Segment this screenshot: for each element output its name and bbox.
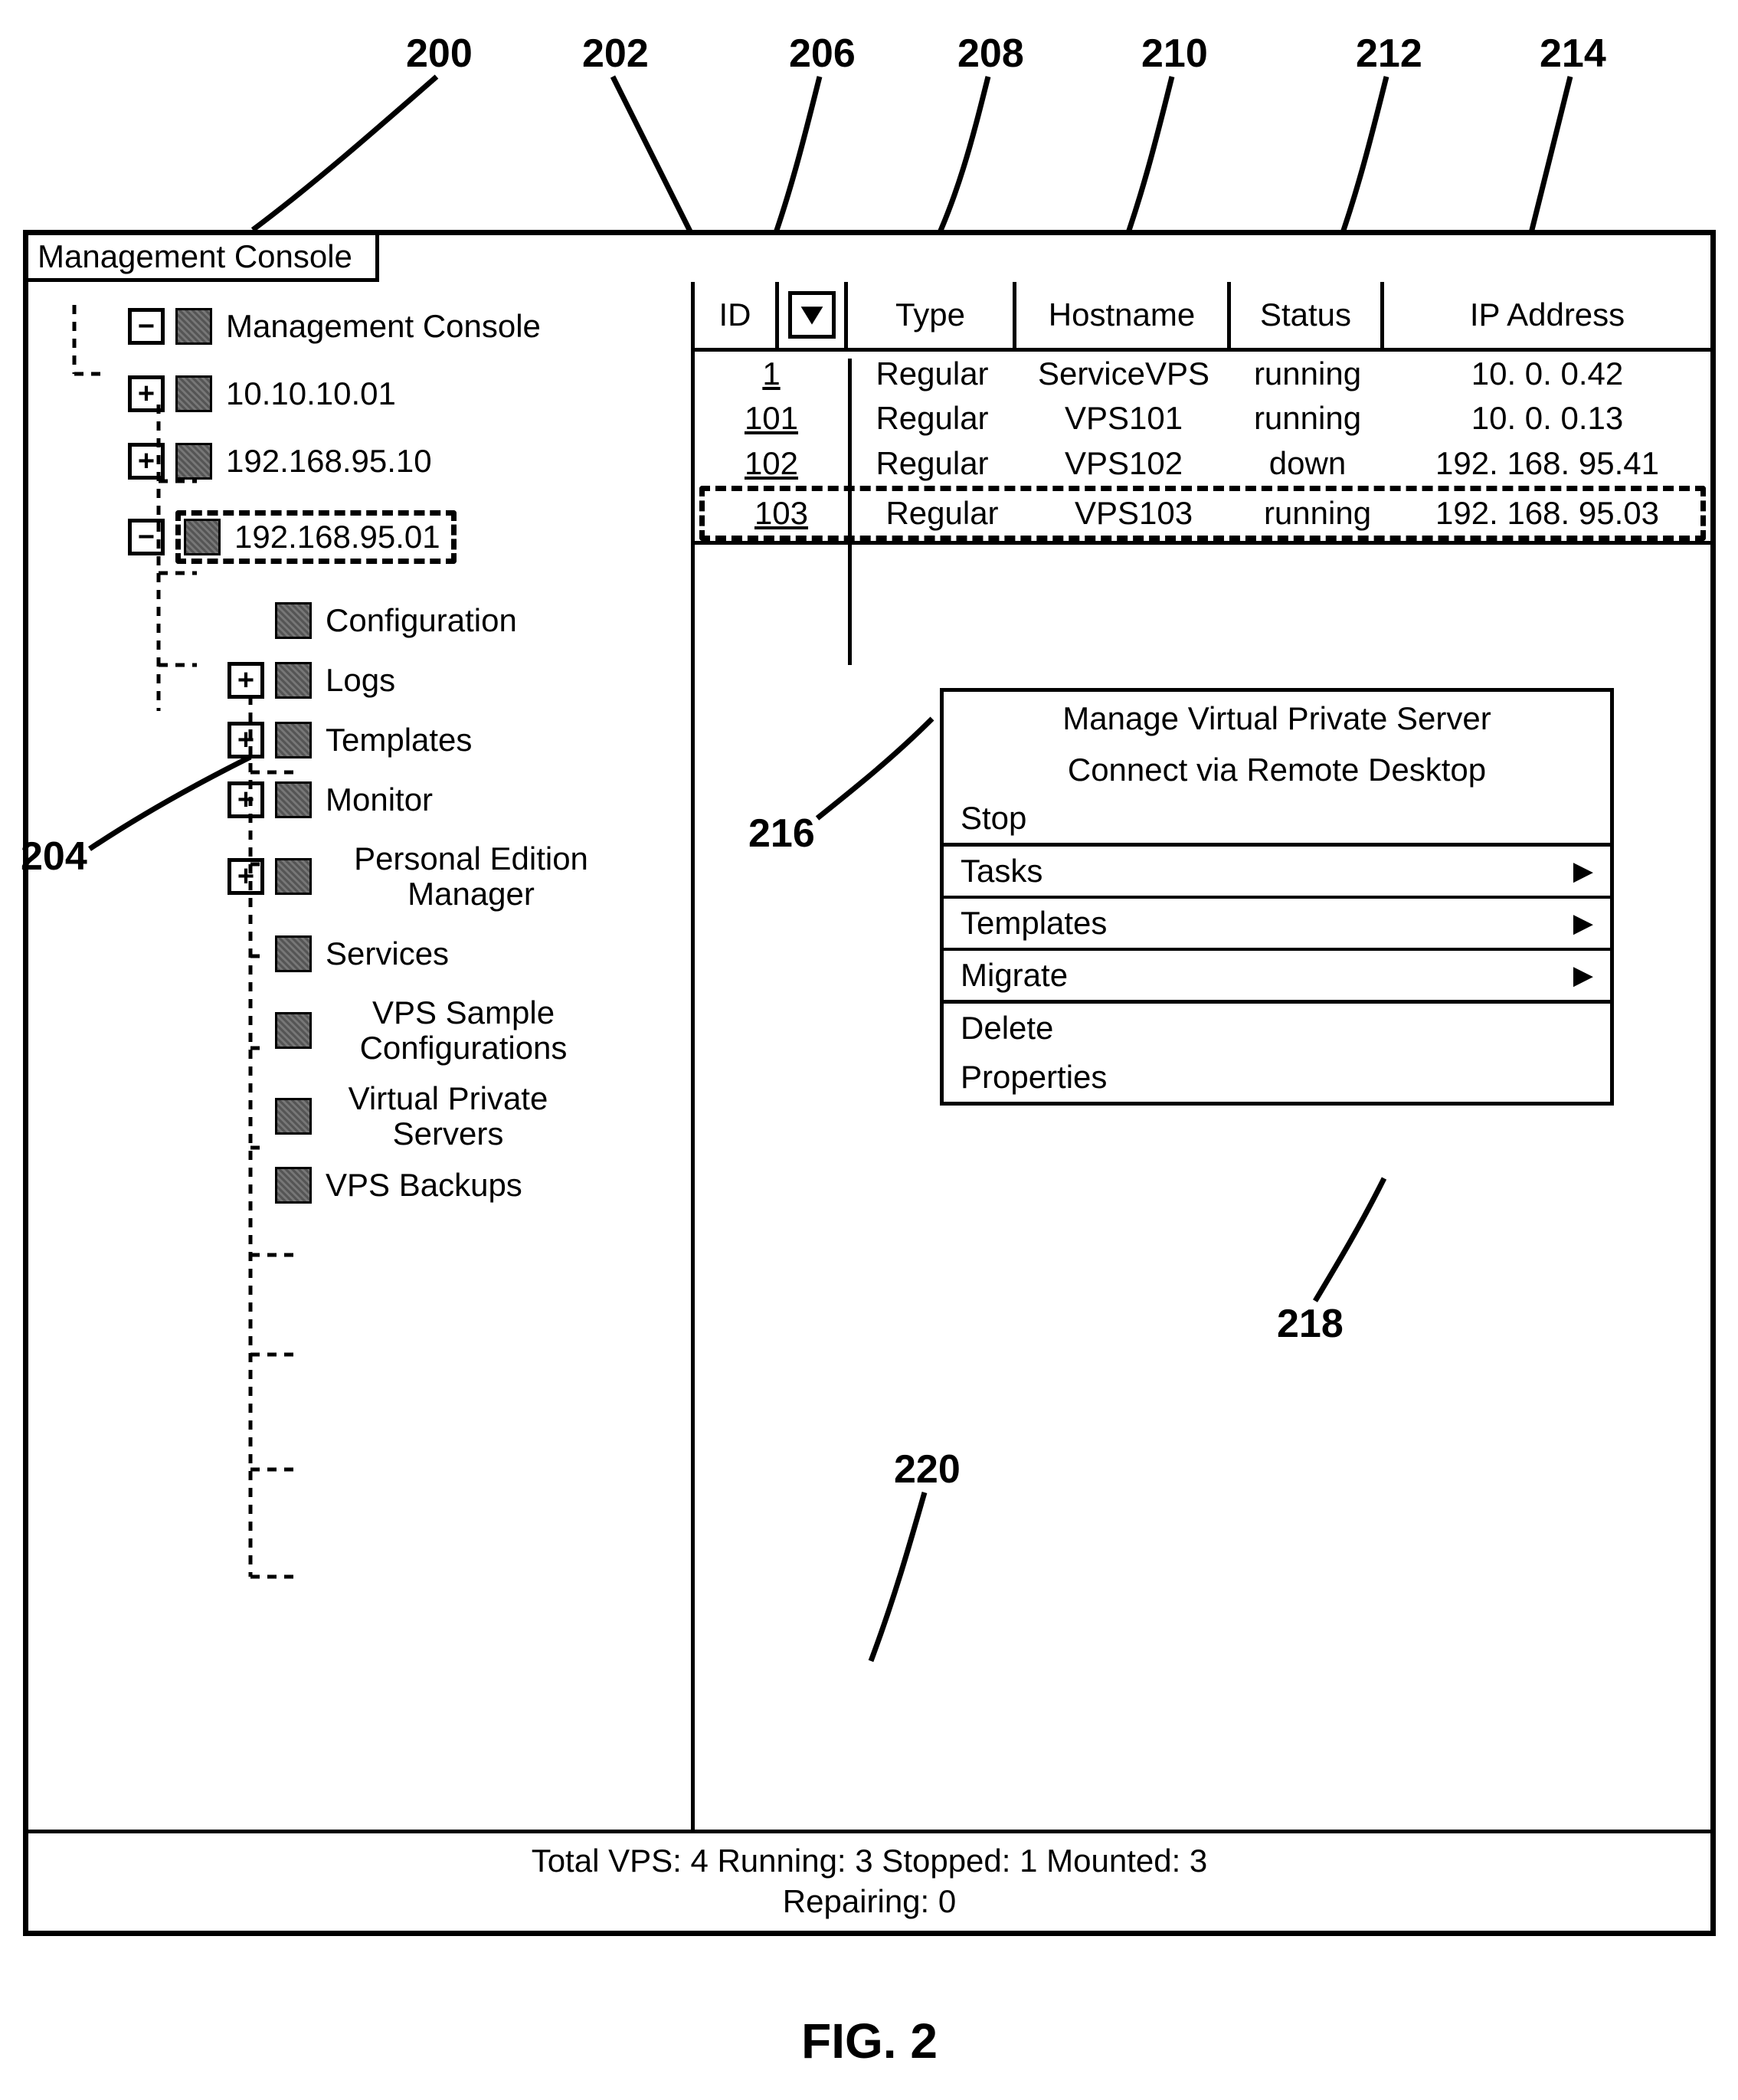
col-status[interactable]: Status (1231, 282, 1384, 348)
callout-row: 200 202 206 208 210 212 214 (23, 31, 1716, 230)
node-icon (275, 781, 312, 818)
server-icon (175, 443, 212, 480)
tree-logs[interactable]: + Logs (227, 662, 683, 699)
node-icon (275, 935, 312, 972)
col-hostname[interactable]: Hostname (1016, 282, 1231, 348)
vps-table: ID Type Hostname Status IP Address 1 (695, 282, 1710, 545)
expand-icon[interactable]: + (128, 375, 165, 412)
expand-icon[interactable]: + (227, 722, 264, 758)
tree-host-3[interactable]: − 192.168.95.01 (128, 510, 683, 564)
table-row[interactable]: 1 Regular ServiceVPS running 10. 0. 0.42 (695, 352, 1710, 396)
ctx-connect[interactable]: Connect via Remote Desktop (944, 743, 1610, 794)
tree-services[interactable]: Services (227, 935, 683, 972)
sort-button[interactable] (788, 291, 836, 339)
server-icon (184, 519, 221, 555)
node-icon (275, 1167, 312, 1204)
node-icon (275, 602, 312, 639)
triangle-down-icon (798, 301, 826, 329)
tree-host-3-label: 192.168.95.01 (234, 519, 440, 555)
node-icon (275, 1012, 312, 1049)
tree-backups[interactable]: VPS Backups (227, 1167, 683, 1204)
status-line-1: Total VPS: 4 Running: 3 Stopped: 1 Mount… (34, 1841, 1704, 1882)
ctx-stop[interactable]: Stop (944, 794, 1610, 843)
figure-label: FIG. 2 (23, 2013, 1716, 2069)
status-line-2: Repairing: 0 (34, 1882, 1704, 1922)
callout-204: 204 (21, 834, 87, 880)
col-id[interactable]: ID (695, 282, 779, 348)
callout-218: 218 (1277, 1301, 1344, 1347)
tree-pe-manager[interactable]: + Personal Edition Manager (227, 841, 683, 912)
column-divider (848, 359, 852, 665)
table-row[interactable]: 101 Regular VPS101 running 10. 0. 0.13 (695, 396, 1710, 441)
submenu-arrow-icon: ▶ (1573, 960, 1593, 991)
col-ip[interactable]: IP Address (1384, 282, 1710, 348)
window-title: Management Console (28, 235, 379, 282)
table-header: ID Type Hostname Status IP Address (695, 282, 1710, 352)
tree-host-2-label: 192.168.95.10 (226, 444, 432, 479)
callout-216: 216 (748, 811, 815, 857)
tree-templates[interactable]: + Templates (227, 722, 683, 758)
tree-host-2[interactable]: + 192.168.95.10 (128, 443, 683, 480)
tree-host-1[interactable]: + 10.10.10.01 (128, 375, 683, 412)
app-window: Management Console 204 (23, 230, 1716, 1936)
status-bar: Total VPS: 4 Running: 3 Stopped: 1 Mount… (28, 1830, 1710, 1931)
col-sort[interactable] (779, 282, 848, 348)
server-icon (175, 375, 212, 412)
callout-208: 208 (957, 31, 1024, 77)
callout-212: 212 (1356, 31, 1422, 77)
table-row[interactable]: 102 Regular VPS102 down 192. 168. 95.41 (695, 441, 1710, 486)
ctx-delete[interactable]: Delete (944, 1004, 1610, 1053)
node-icon (275, 662, 312, 699)
callout-220: 220 (894, 1446, 961, 1492)
callout-200: 200 (406, 31, 473, 77)
ctx-tasks[interactable]: Tasks ▶ (944, 847, 1610, 896)
tree-vps[interactable]: Virtual Private Servers (227, 1081, 683, 1152)
submenu-arrow-icon: ▶ (1573, 856, 1593, 886)
selected-host: 192.168.95.01 (175, 510, 457, 564)
tree-host-1-label: 10.10.10.01 (226, 376, 396, 411)
submenu-arrow-icon: ▶ (1573, 908, 1593, 939)
callout-206: 206 (789, 31, 856, 77)
expand-icon[interactable]: + (227, 662, 264, 699)
folder-icon (175, 308, 212, 345)
ctx-properties[interactable]: Properties (944, 1053, 1610, 1102)
tree-monitor[interactable]: + Monitor (227, 781, 683, 818)
tree-sample-cfg[interactable]: VPS Sample Configurations (227, 995, 683, 1066)
context-menu: Manage Virtual Private Server Connect vi… (940, 688, 1614, 1106)
tree-root-label: Management Console (226, 309, 541, 344)
node-icon (275, 1098, 312, 1135)
tree-configuration[interactable]: Configuration (227, 602, 683, 639)
node-icon (275, 858, 312, 895)
col-type[interactable]: Type (848, 282, 1016, 348)
ctx-migrate[interactable]: Migrate ▶ (944, 948, 1610, 1000)
ctx-templates[interactable]: Templates ▶ (944, 896, 1610, 948)
expand-icon[interactable]: + (128, 443, 165, 480)
ctx-manage[interactable]: Manage Virtual Private Server (944, 692, 1610, 742)
callout-202: 202 (582, 31, 649, 77)
tree-root[interactable]: − Management Console (128, 308, 683, 345)
table-body: 1 Regular ServiceVPS running 10. 0. 0.42… (695, 352, 1710, 541)
collapse-icon[interactable]: − (128, 519, 165, 555)
callout-214: 214 (1540, 31, 1606, 77)
callout-210: 210 (1141, 31, 1208, 77)
table-pane: ID Type Hostname Status IP Address 1 (695, 282, 1710, 1830)
collapse-icon[interactable]: − (128, 308, 165, 345)
node-icon (275, 722, 312, 758)
tree-pane: 204 (28, 282, 695, 1830)
